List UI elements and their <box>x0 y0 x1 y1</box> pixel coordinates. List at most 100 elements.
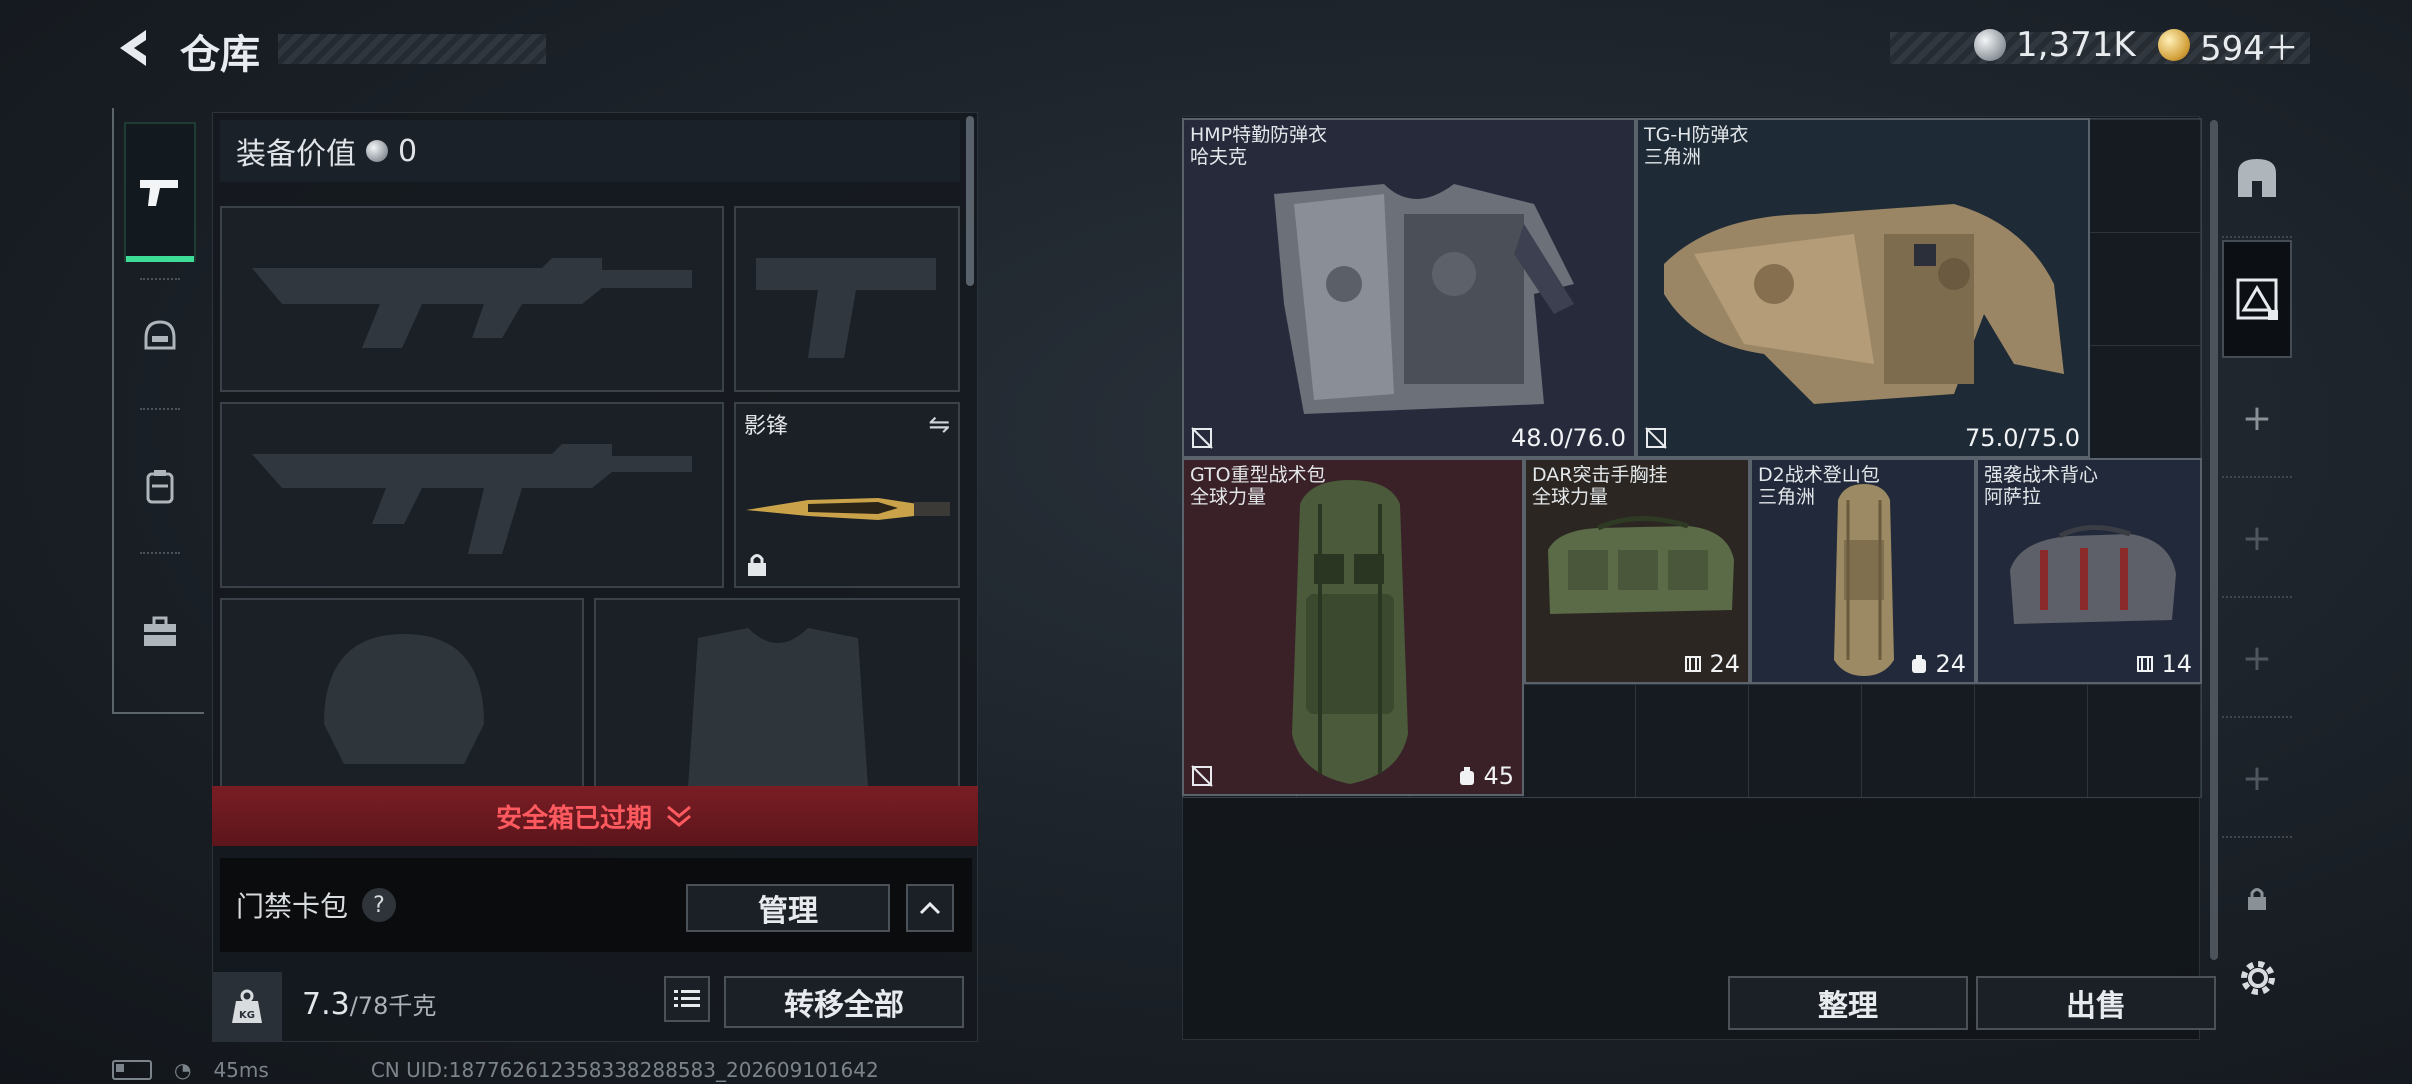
storage-page-tab[interactable] <box>2222 120 2292 238</box>
loadout-scrollbar[interactable] <box>966 116 974 286</box>
plus-icon: + <box>2241 397 2273 439</box>
chevron-up-icon <box>919 901 941 915</box>
backpack-image <box>1834 484 1894 676</box>
item-maker: 阿萨拉 <box>1984 486 2042 508</box>
item-title: 强袭战术背心 <box>1984 464 2099 486</box>
secondary-weapon-slot[interactable] <box>220 402 724 588</box>
transfer-all-button[interactable]: 转移全部 <box>724 976 964 1028</box>
capacity-icon <box>1460 767 1475 785</box>
keybag-label: 门禁卡包 <box>236 890 349 923</box>
toolbox-icon <box>144 616 176 646</box>
item-capacity: 24 <box>1935 650 1966 678</box>
chest-rig-image <box>1548 516 1734 614</box>
storage-item[interactable]: HMP特勤防弹衣 哈夫克 48.0/76.0 <box>1182 118 1636 458</box>
plus-icon: + <box>2241 517 2273 559</box>
weight-badge: KG <box>212 972 282 1042</box>
storage-page-tab[interactable] <box>2222 240 2292 358</box>
locked-storage-page[interactable] <box>2222 840 2292 958</box>
weight-max: /78千克 <box>349 992 437 1020</box>
add-storage-page-button[interactable]: + <box>2222 600 2292 718</box>
equipment-value-bar: 装备价值 0 <box>220 120 960 182</box>
sort-button[interactable]: 整理 <box>1728 976 1968 1030</box>
wifi-icon: ◔ <box>174 1058 192 1082</box>
tab-armor[interactable] <box>124 266 196 406</box>
capacity-icon <box>1685 656 1702 672</box>
melee-slot[interactable]: 影锋 ⇋ <box>734 402 960 588</box>
add-storage-page-button[interactable]: + <box>2222 720 2292 838</box>
equip-value: 0 <box>398 133 418 169</box>
armor-vest-image <box>1274 184 1574 414</box>
tab-divider <box>140 408 180 410</box>
sell-button[interactable]: 出售 <box>1976 976 2216 1030</box>
swap-icon[interactable]: ⇋ <box>928 410 950 440</box>
title-decoration <box>278 34 546 64</box>
helmet-slot[interactable] <box>220 598 584 788</box>
page-title: 仓库 <box>180 32 260 78</box>
silver-coin-icon <box>366 140 388 162</box>
armor-slot[interactable] <box>594 598 960 788</box>
equip-value-label: 装备价值 <box>236 137 356 172</box>
no-insure-icon <box>1191 427 1213 449</box>
carry-weight: 7.3/78千克 <box>302 986 436 1022</box>
pistol-icon <box>140 180 178 206</box>
item-capacity: 14 <box>2161 650 2192 678</box>
item-durability: 75.0/75.0 <box>1965 424 2080 452</box>
no-insure-icon <box>1645 427 1667 449</box>
storage-item[interactable]: D2战术登山包 三角洲 24 <box>1750 458 1976 684</box>
weight-current: 7.3 <box>302 987 350 1022</box>
battery-icon <box>112 1060 152 1080</box>
item-maker: 全球力量 <box>1532 486 1609 508</box>
storage-scrollbar[interactable] <box>2210 120 2218 960</box>
list-view-button[interactable] <box>664 976 710 1022</box>
storage-item[interactable]: TG-H防弹衣 三角洲 75.0/75.0 <box>1636 118 2090 458</box>
backpack-image <box>1292 480 1408 784</box>
pistol-slot[interactable] <box>734 206 960 392</box>
pistol-silhouette-icon <box>756 258 936 358</box>
helmet-icon <box>144 320 176 350</box>
capacity-icon <box>1912 655 1927 673</box>
tab-tools[interactable] <box>124 562 196 702</box>
item-title: DAR突击手胸挂 <box>1532 464 1668 486</box>
item-capacity: 45 <box>1483 762 1514 790</box>
gold-amount: 594＋ <box>2200 28 2299 69</box>
safebox-expired-banner[interactable]: 安全箱已过期 <box>212 786 978 846</box>
list-icon <box>674 990 700 1007</box>
manage-button[interactable]: 管理 <box>686 884 890 932</box>
plus-icon: + <box>2241 637 2273 679</box>
storage-item[interactable]: GTO重型战术包 全球力量 45 <box>1182 458 1524 796</box>
collapse-button[interactable] <box>906 884 954 932</box>
armor-vest-image <box>1664 204 2064 404</box>
rifle-silhouette-icon <box>252 258 692 348</box>
status-bar: ◔ 45ms CN UID:187762612358338288583_2026… <box>112 1058 879 1082</box>
silver-coin-icon <box>1974 29 2006 61</box>
melee-slot-label: 影锋 <box>744 414 789 439</box>
weight-icon: KG <box>232 989 262 1023</box>
item-title: HMP特勤防弹衣 <box>1190 124 1328 146</box>
ping-value: 45ms <box>213 1058 269 1082</box>
primary-weapon-slot[interactable] <box>220 206 724 392</box>
backpack-icon <box>146 470 174 504</box>
gold-currency[interactable]: 594＋ <box>2158 22 2299 69</box>
rifle-silhouette-icon <box>252 444 692 554</box>
item-maker: 三角洲 <box>1758 486 1816 508</box>
chest-rig-image <box>2010 524 2176 624</box>
safe-icon <box>2238 159 2276 197</box>
lock-icon <box>2248 888 2266 910</box>
storage-item[interactable]: DAR突击手胸挂 全球力量 24 <box>1524 458 1750 684</box>
back-icon[interactable] <box>112 26 156 70</box>
tab-weapons[interactable] <box>124 122 196 262</box>
no-insure-icon <box>1191 765 1213 787</box>
storage-item[interactable]: 强袭战术背心 阿萨拉 14 <box>1976 458 2202 684</box>
uid-text: CN UID:187762612358338288583_20260910164… <box>370 1058 879 1082</box>
item-title: TG-H防弹衣 <box>1644 124 1749 146</box>
warehouse-icon <box>2236 278 2278 320</box>
help-icon[interactable]: ? <box>362 888 397 922</box>
capacity-icon <box>2137 656 2154 672</box>
add-storage-page-button[interactable]: + <box>2222 360 2292 478</box>
add-storage-page-button[interactable]: + <box>2222 480 2292 598</box>
safebox-status: 安全箱已过期 <box>495 803 652 834</box>
item-maker: 全球力量 <box>1190 486 1267 508</box>
settings-icon[interactable] <box>2236 956 2280 1000</box>
tab-backpack[interactable] <box>124 416 196 556</box>
silver-currency[interactable]: 1,371K <box>1974 22 2136 68</box>
